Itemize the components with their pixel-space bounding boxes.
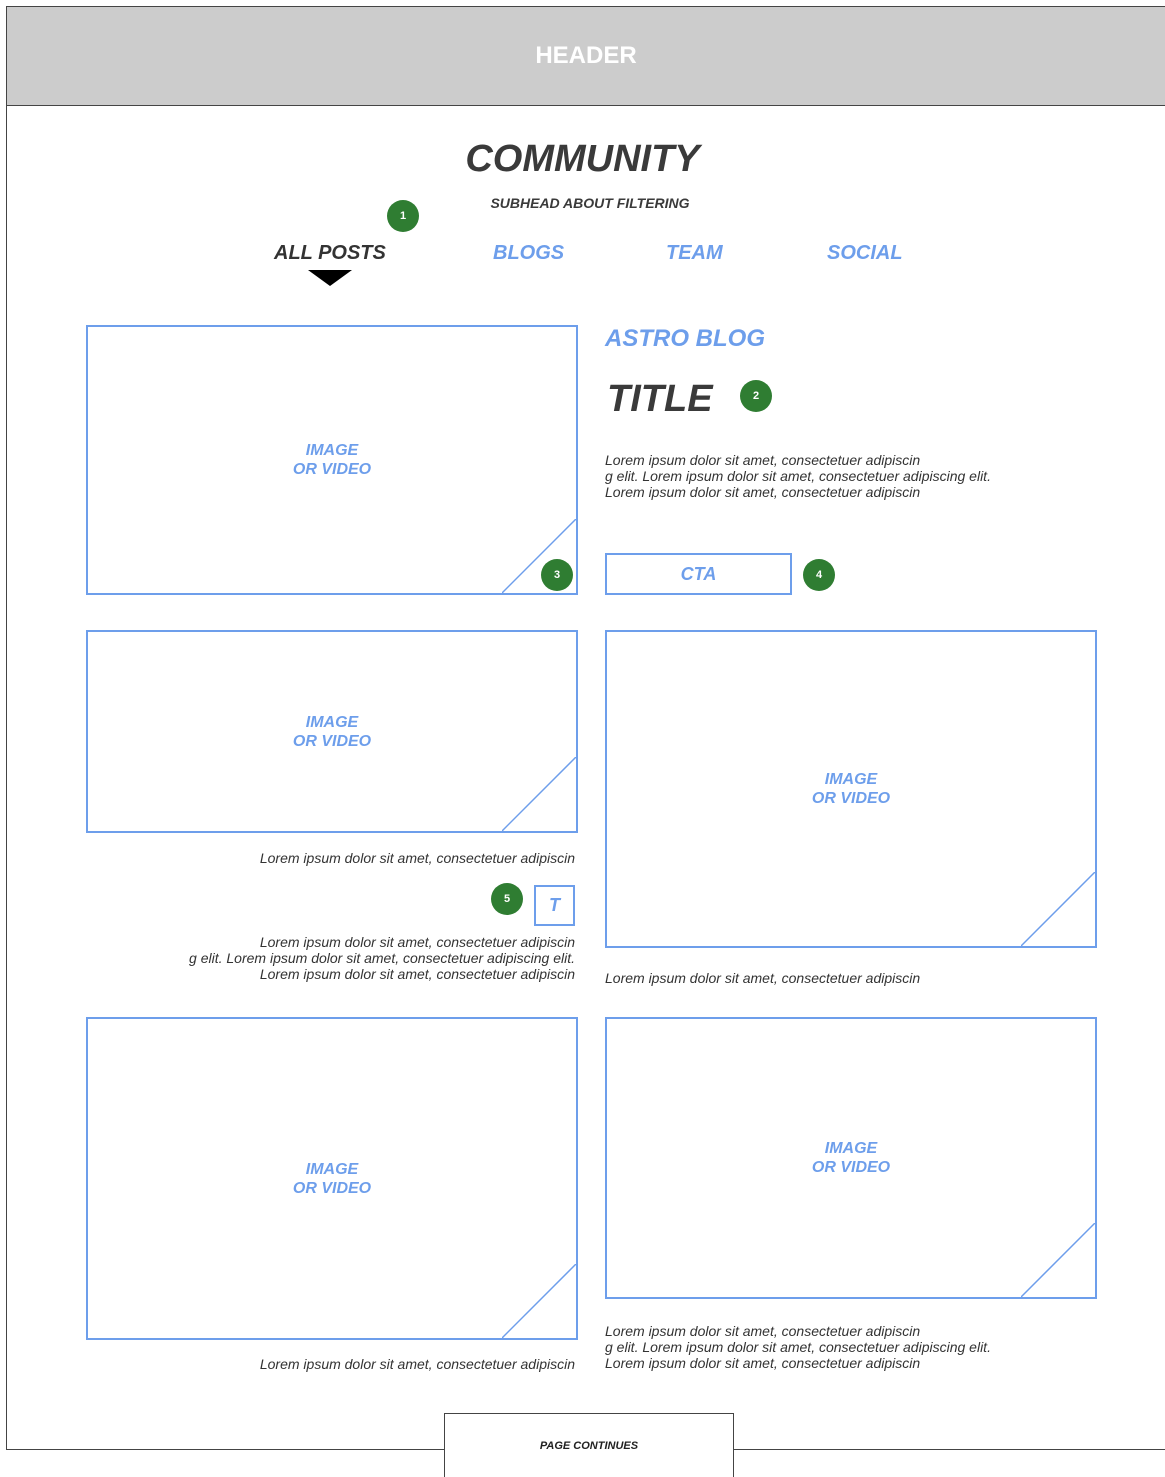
tab-all-posts[interactable]: ALL POSTS [274,242,386,265]
text-type-icon[interactable]: T [534,885,575,926]
tab-team[interactable]: TEAM [666,242,723,265]
cta-button[interactable]: CTA [605,553,792,595]
media-corner-icon [1021,872,1095,946]
header-label: HEADER [535,42,637,69]
card-caption: Lorem ipsum dolor sit amet, consectetuer… [259,1356,575,1372]
annotation-badge-4: 4 [803,559,835,591]
card-media[interactable]: IMAGE OR VIDEO [86,1017,578,1340]
media-placeholder-label: IMAGE OR VIDEO [292,442,372,478]
page-subhead: SUBHEAD ABOUT FILTERING [490,195,690,211]
page-continues-marker: PAGE CONTINUES [444,1413,734,1477]
media-placeholder-label: IMAGE OR VIDEO [811,1140,891,1176]
page-title: COMMUNITY [465,138,700,180]
card-media[interactable]: IMAGE OR VIDEO [605,1017,1097,1299]
card-media[interactable]: IMAGE OR VIDEO [605,630,1097,948]
media-placeholder-label: IMAGE OR VIDEO [292,1160,372,1197]
active-tab-indicator-icon [308,270,352,286]
media-corner-icon [502,757,576,831]
featured-title: TITLE [607,378,713,420]
card-caption: Lorem ipsum dolor sit amet, consectetuer… [605,970,921,986]
annotation-badge-5: 5 [491,883,523,915]
featured-excerpt: Lorem ipsum dolor sit amet, consectetuer… [605,452,991,500]
card-body: Lorem ipsum dolor sit amet, consectetuer… [189,934,575,982]
annotation-badge-1: 1 [387,200,419,232]
card-caption: Lorem ipsum dolor sit amet, consectetuer… [259,850,575,866]
media-corner-icon [502,1264,576,1338]
featured-category[interactable]: ASTRO BLOG [605,325,765,353]
media-placeholder-label: IMAGE OR VIDEO [811,771,891,807]
tab-blogs[interactable]: BLOGS [493,242,564,265]
card-media[interactable]: IMAGE OR VIDEO [86,630,578,833]
site-header: HEADER [6,6,1165,106]
media-corner-icon [1021,1223,1095,1297]
featured-media[interactable]: IMAGE OR VIDEO [86,325,578,595]
annotation-badge-3: 3 [541,559,573,591]
card-caption: Lorem ipsum dolor sit amet, consectetuer… [605,1323,991,1371]
media-placeholder-label: IMAGE OR VIDEO [292,713,372,750]
annotation-badge-2: 2 [740,380,772,412]
tab-social[interactable]: SOCIAL [827,242,903,265]
